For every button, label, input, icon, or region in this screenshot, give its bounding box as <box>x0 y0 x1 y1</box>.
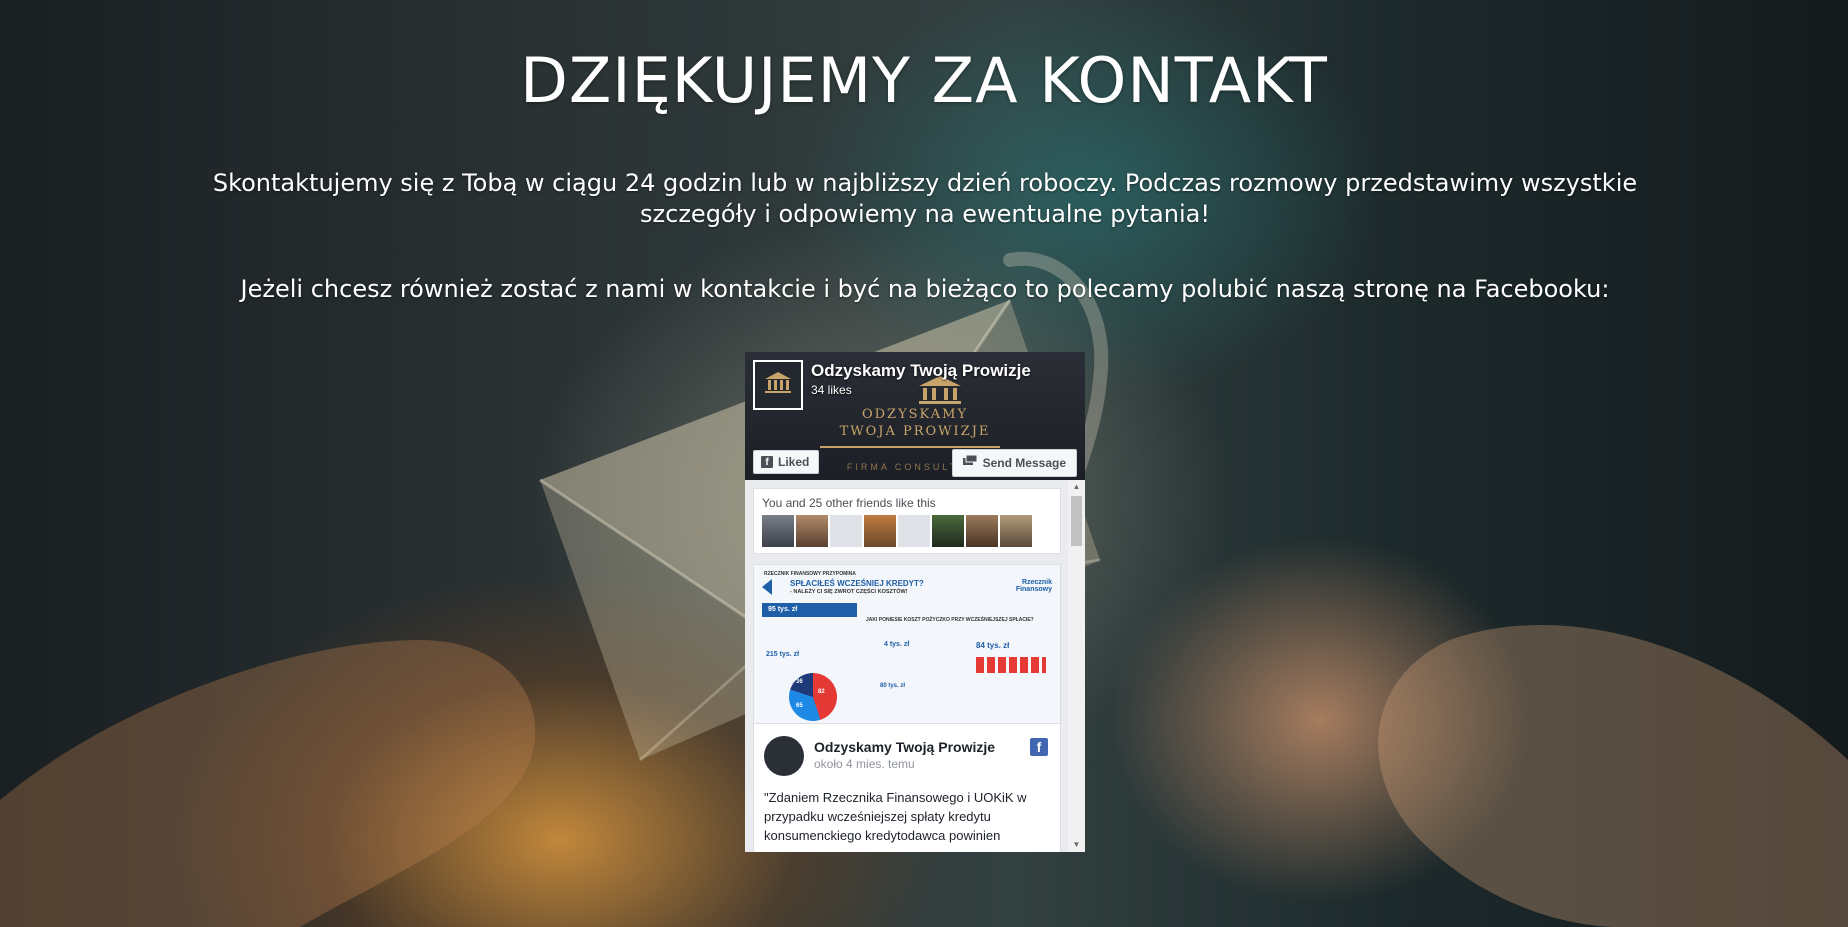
cover-divider <box>820 446 1000 448</box>
facebook-invite-text: Jeżeli chcesz również zostać z nami w ko… <box>240 275 1610 303</box>
fb-cover-photo[interactable]: ODZYSKAMY TWOJA PROWIZJE FIRMA CONSULTIN… <box>745 352 1085 480</box>
send-message-label: Send Message <box>982 456 1066 470</box>
post-author-avatar[interactable] <box>764 736 804 776</box>
post-infographic[interactable]: RZECZNIK FINANSOWY PRZYPOMINA SPŁACIŁEŚ … <box>753 564 1061 724</box>
thank-you-content: DZIĘKUJEMY ZA KONTAKT Skontaktujemy się … <box>0 0 1848 927</box>
friend-avatar[interactable] <box>796 515 828 547</box>
infographic-stat2: 215 tys. zł <box>766 651 800 658</box>
page-title: DZIĘKUJEMY ZA KONTAKT <box>520 44 1328 117</box>
friend-avatar[interactable] <box>898 515 930 547</box>
send-message-button[interactable]: Send Message <box>951 449 1077 477</box>
confirmation-text: Skontaktujemy się z Tobą w ciągu 24 godz… <box>212 169 1638 228</box>
infographic-people-icons <box>976 657 1046 673</box>
infographic-value2: 84 tys. zł <box>976 641 1010 650</box>
message-icon <box>962 450 978 476</box>
fb-post[interactable]: Odzyskamy Twoją Prowizje około 4 mies. t… <box>753 724 1061 852</box>
fb-timeline[interactable]: You and 25 other friends like this RZECZ… <box>745 480 1085 852</box>
friends-like-box: You and 25 other friends like this <box>753 488 1061 554</box>
post-text: "Zdaniem Rzecznika Finansowego i UOKiK w… <box>764 790 1027 843</box>
post-author-name[interactable]: Odzyskamy Twoją Prowizje <box>814 739 995 755</box>
scroll-down-icon[interactable]: ▼ <box>1068 838 1085 852</box>
infographic-subline: - NALEŻY CI SIĘ ZWROT CZĘŚCI KOSZTÓW! <box>790 589 908 595</box>
friend-avatar[interactable] <box>864 515 896 547</box>
fb-page-name[interactable]: Odzyskamy Twoją Prowizje <box>811 361 1031 381</box>
infographic-value3: 80 tys. zł <box>880 683 906 689</box>
facebook-icon: f <box>761 456 773 468</box>
infographic-pie-label: 65 <box>796 703 803 709</box>
infographic-pie-label: 36 <box>796 679 803 685</box>
friend-avatar[interactable] <box>830 515 862 547</box>
cover-brand-line2: TWOJA PROWIZJE <box>839 424 991 439</box>
infographic-pie-label: 82 <box>818 689 825 695</box>
post-timestamp[interactable]: około 4 mies. temu <box>814 757 915 771</box>
friend-avatar[interactable] <box>966 515 998 547</box>
fb-page-likes: 34 likes <box>811 383 852 397</box>
page-profile-picture[interactable] <box>753 360 803 410</box>
infographic-stat1: 95 tys. zł <box>762 603 857 617</box>
liked-label: Liked <box>778 455 810 469</box>
friend-avatars <box>762 515 1032 547</box>
infographic-headline: SPŁACIŁEŚ WCZEŚNIEJ KREDYT? <box>790 579 924 588</box>
fb-scrollbar[interactable]: ▲ ▼ <box>1068 480 1085 852</box>
infographic-question: JAKI PONIESIE KOSZT POŻYCZKO PRZY WCZEŚN… <box>866 617 1034 623</box>
friend-avatar[interactable] <box>932 515 964 547</box>
scroll-up-icon[interactable]: ▲ <box>1068 480 1085 494</box>
scrollbar-thumb[interactable] <box>1071 496 1082 546</box>
friend-avatar[interactable] <box>762 515 794 547</box>
friends-like-text: You and 25 other friends like this <box>762 496 936 510</box>
facebook-icon[interactable]: f <box>1030 738 1048 756</box>
infographic-header: RZECZNIK FINANSOWY PRZYPOMINA <box>764 571 856 577</box>
infographic-brand: Rzecznik Finansowy <box>1015 579 1052 593</box>
infographic-value1: 4 tys. zł <box>884 641 910 648</box>
columns-logo-icon <box>765 372 791 393</box>
facebook-page-widget[interactable]: ODZYSKAMY TWOJA PROWIZJE FIRMA CONSULTIN… <box>745 352 1085 852</box>
friend-avatar[interactable] <box>1000 515 1032 547</box>
infographic-arrow-icon <box>762 579 772 595</box>
liked-button[interactable]: f Liked <box>753 450 820 474</box>
